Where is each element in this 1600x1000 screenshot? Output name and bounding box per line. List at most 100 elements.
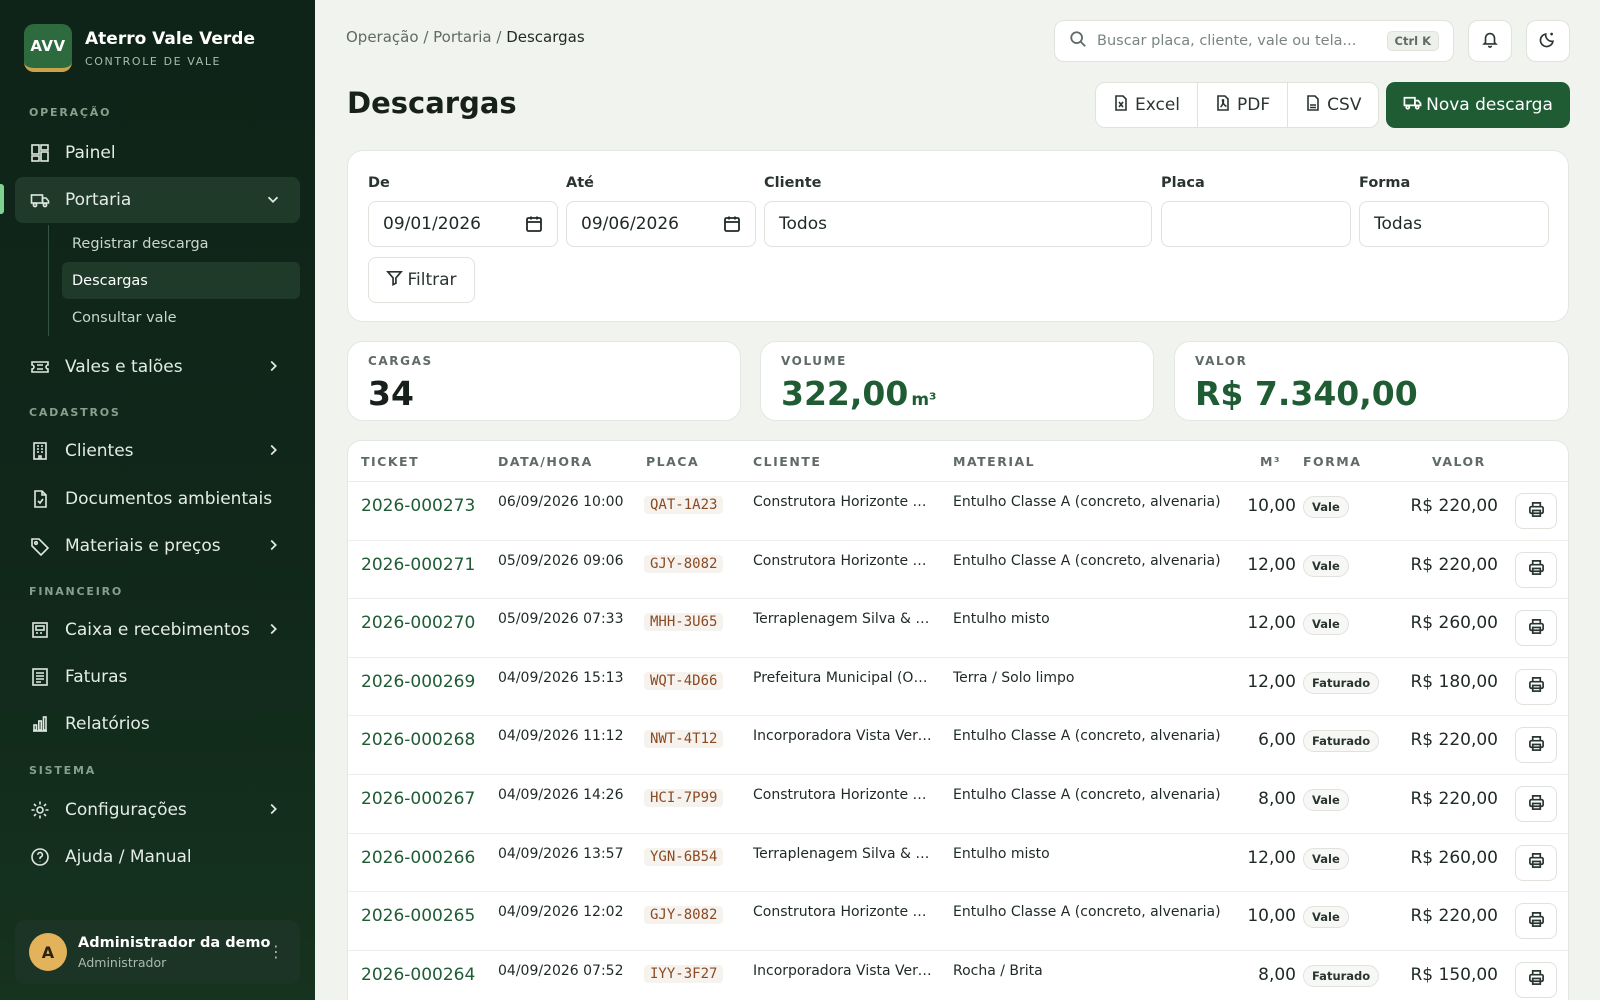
volume-number: 322,00 (781, 374, 909, 413)
brand[interactable]: AVV Aterro Vale Verde CONTROLE DE VALE (24, 24, 255, 72)
subnav-item-descargas[interactable]: Descargas (62, 262, 300, 299)
print-button[interactable] (1515, 903, 1557, 940)
print-button[interactable] (1515, 727, 1557, 764)
calendar-icon[interactable] (723, 215, 741, 233)
filter-button-label: Filtrar (407, 270, 457, 290)
ticket-link[interactable]: 2026-000271 (361, 555, 475, 575)
ticket-link[interactable]: 2026-000266 (361, 848, 475, 868)
sidebar-item-materiais[interactable]: Materiais e preços (15, 523, 300, 569)
value-cell: R$ 180,00 (1410, 671, 1498, 692)
table-row[interactable]: 2026-000266 04/09/2026 13:57 YGN-6B54 Terra… (348, 834, 1568, 893)
filter-icon (386, 269, 407, 291)
print-button[interactable] (1515, 961, 1557, 998)
sidebar-item-caixa[interactable]: Caixa e recebimentos (15, 607, 300, 653)
table-row[interactable]: 2026-000270 05/09/2026 07:33 MHH-3U65 Terra… (348, 599, 1568, 658)
export-csv-button[interactable]: CSV (1288, 83, 1378, 127)
sidebar-item-relatorios[interactable]: Relatórios (15, 701, 300, 747)
chevron-right-icon (264, 620, 284, 640)
table-row[interactable]: 2026-000264 04/09/2026 07:52 IYY-3F27 Incor… (348, 951, 1568, 1000)
ticket-link[interactable]: 2026-000269 (361, 672, 475, 692)
sidebar-item-ajuda[interactable]: Ajuda / Manual (15, 834, 300, 880)
value-cell: R$ 220,00 (1410, 789, 1498, 809)
notifications-button[interactable] (1468, 20, 1512, 62)
payment-form-badge: Vale (1303, 906, 1349, 929)
filter-button[interactable]: Filtrar (368, 257, 475, 303)
material-cell: Entulho Classe A (concreto, alvenaria) (953, 904, 1221, 921)
table-row[interactable]: 2026-000268 04/09/2026 11:12 NWT-4T12 Incor… (348, 716, 1568, 775)
column-header-forma[interactable]: FORMA (1303, 454, 1361, 469)
subnav-item-consultar[interactable]: Consultar vale (62, 299, 300, 336)
column-header-material[interactable]: MATERIAL (953, 454, 1035, 469)
column-header-ticket[interactable]: TICKET (361, 454, 419, 469)
table-row[interactable]: 2026-000267 04/09/2026 14:26 HCI-7P99 Const… (348, 775, 1568, 834)
section-label-financeiro: FINANCEIRO (29, 585, 124, 598)
print-button[interactable] (1515, 786, 1557, 822)
table-row[interactable]: 2026-000271 05/09/2026 09:06 GJY-8082 Const… (348, 541, 1568, 600)
theme-toggle-button[interactable] (1526, 20, 1570, 62)
print-button[interactable] (1515, 551, 1557, 588)
building-icon (29, 440, 51, 462)
ticket-link[interactable]: 2026-000264 (361, 965, 475, 985)
user-card[interactable]: A Administrador da demo Administrador ⋮ (15, 920, 300, 984)
column-header-datahora[interactable]: DATA/HORA (498, 454, 593, 469)
table-header: TICKET DATA/HORA PLACA CLIENTE MATERIAL … (348, 441, 1568, 482)
sidebar-item-portaria[interactable]: Portaria (15, 177, 300, 223)
sidebar-item-clientes[interactable]: Clientes (15, 428, 300, 474)
table-row[interactable]: 2026-000273 06/09/2026 10:00 QAT-1A23 Const… (348, 482, 1568, 541)
datetime-cell: 04/09/2026 14:26 (498, 787, 624, 803)
dashboard-icon (29, 142, 51, 164)
sidebar-item-label: Ajuda / Manual (65, 847, 192, 867)
sidebar-item-documentos[interactable]: Documentos ambientais (15, 476, 300, 522)
client-cell: Incorporadora Vista Verde (753, 728, 933, 745)
ticket-link[interactable]: 2026-000268 (361, 730, 475, 750)
material-cell: Entulho Classe A (concreto, alvenaria) (953, 787, 1221, 803)
more-vertical-icon[interactable]: ⋮ (268, 942, 284, 961)
column-header-placa[interactable]: PLACA (646, 454, 699, 469)
date-from-value: 09/01/2026 (383, 214, 481, 234)
sidebar-item-vales[interactable]: Vales e talões (15, 344, 300, 390)
search-input[interactable] (1097, 33, 1377, 49)
calendar-icon[interactable] (525, 215, 543, 233)
ticket-link[interactable]: 2026-000265 (361, 906, 475, 926)
column-header-valor[interactable]: VALOR (1432, 454, 1486, 469)
subnav-item-registrar[interactable]: Registrar descarga (62, 225, 300, 262)
column-header-m3[interactable]: M³ (1260, 454, 1281, 469)
date-from-field[interactable]: 09/01/2026 (368, 201, 558, 247)
breadcrumb-operacao[interactable]: Operação (346, 28, 419, 46)
payment-form-select[interactable]: Todas (1359, 201, 1549, 247)
sidebar-item-painel[interactable]: Painel (15, 130, 300, 176)
print-button[interactable] (1515, 493, 1557, 529)
table-row[interactable]: 2026-000265 04/09/2026 12:02 GJY-8082 Const… (348, 892, 1568, 951)
printer-icon (1528, 559, 1545, 580)
ticket-link[interactable]: 2026-000273 (361, 496, 475, 516)
stat-label: VOLUME (781, 354, 847, 368)
sidebar-item-label: Painel (65, 143, 116, 163)
ticket-link[interactable]: 2026-000267 (361, 789, 475, 809)
breadcrumb-portaria[interactable]: Portaria (433, 28, 491, 46)
chevron-right-icon (264, 357, 284, 377)
export-pdf-button[interactable]: PDF (1198, 83, 1289, 127)
date-to-field[interactable]: 09/06/2026 (566, 201, 756, 247)
client-cell: Construtora Horizonte Ltda (753, 494, 933, 510)
export-excel-button[interactable]: Excel (1096, 83, 1199, 127)
ticket-link[interactable]: 2026-000270 (361, 613, 475, 633)
stat-value: R$ 7.340,00 (1195, 374, 1418, 413)
print-button[interactable] (1515, 610, 1557, 647)
global-search[interactable]: Ctrl K (1054, 20, 1454, 62)
material-cell: Entulho misto (953, 845, 1050, 862)
sidebar-item-label: Materiais e preços (65, 536, 221, 556)
sidebar-item-faturas[interactable]: Faturas (15, 654, 300, 700)
payment-form-value: Todas (1374, 214, 1422, 234)
portaria-subnav: Registrar descarga Descargas Consultar v… (48, 225, 300, 336)
column-header-cliente[interactable]: CLIENTE (753, 454, 821, 469)
print-button[interactable] (1515, 668, 1557, 705)
moon-icon (1539, 30, 1557, 52)
client-select[interactable]: Todos (764, 201, 1152, 247)
new-discharge-button[interactable]: Nova descarga (1386, 82, 1570, 128)
sidebar-item-configuracoes[interactable]: Configurações (15, 787, 300, 833)
table-row[interactable]: 2026-000269 04/09/2026 15:13 WQT-4D66 Prefe… (348, 658, 1568, 717)
plate-input[interactable] (1161, 201, 1351, 247)
volume-cell: 8,00 (1258, 789, 1296, 809)
sidebar-item-label: Portaria (65, 190, 132, 210)
print-button[interactable] (1515, 844, 1557, 881)
